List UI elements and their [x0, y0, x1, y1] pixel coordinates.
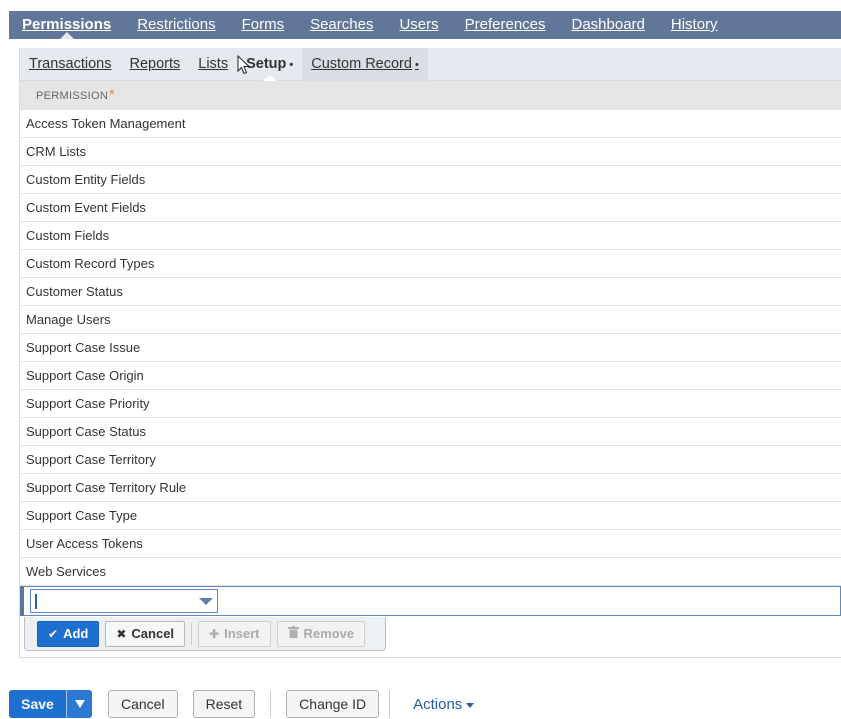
- table-row[interactable]: Customer Status: [20, 278, 841, 306]
- actions-menu[interactable]: Actions: [413, 695, 475, 713]
- save-options-button[interactable]: [66, 690, 92, 718]
- table-row[interactable]: Support Case Priority: [20, 390, 841, 418]
- divider: [191, 622, 193, 645]
- dropdown-arrow-icon[interactable]: [199, 597, 213, 605]
- subtab-transactions[interactable]: Transactions: [20, 48, 120, 80]
- insert-line-label: Insert: [224, 626, 260, 641]
- table-row[interactable]: User Access Tokens: [20, 530, 841, 558]
- table-row[interactable]: Manage Users: [20, 306, 841, 334]
- subtab-setup-label: Setup: [246, 55, 287, 72]
- chevron-down-icon: [74, 700, 85, 708]
- text-cursor: [35, 594, 37, 609]
- x-icon: ✖: [116, 626, 127, 641]
- mouse-pointer-icon: [237, 55, 251, 75]
- subtab-setup-dot: •: [289, 58, 294, 71]
- cancel-line-label: Cancel: [131, 626, 175, 641]
- table-row[interactable]: Support Case Issue: [20, 334, 841, 362]
- add-line-label: Add: [63, 626, 89, 641]
- table-row[interactable]: Custom Entity Fields: [20, 166, 841, 194]
- table-row[interactable]: Web Services: [20, 558, 841, 586]
- tab-preferences[interactable]: Preferences: [452, 11, 559, 39]
- subtab-custom-record-label: Custom Record: [311, 55, 412, 72]
- permission-rows: Access Token Management CRM Lists Custom…: [20, 110, 841, 586]
- divider: [389, 690, 391, 718]
- insert-line-button[interactable]: ✚ Insert: [198, 620, 271, 647]
- table-row[interactable]: Custom Event Fields: [20, 194, 841, 222]
- permission-select[interactable]: [30, 589, 218, 613]
- actions-label: Actions: [413, 695, 463, 713]
- main-tab-bar: Permissions Restrictions Forms Searches …: [9, 11, 841, 39]
- tab-permissions[interactable]: Permissions: [9, 11, 124, 39]
- permissions-panel: Transactions Reports Lists Setup • Custom…: [19, 47, 841, 658]
- table-row[interactable]: Support Case Status: [20, 418, 841, 446]
- tab-forms[interactable]: Forms: [229, 11, 298, 39]
- subtab-lists[interactable]: Lists: [189, 48, 237, 80]
- cancel-line-button[interactable]: ✖ Cancel: [105, 620, 186, 647]
- tab-history[interactable]: History: [658, 11, 731, 39]
- remove-line-label: Remove: [303, 626, 355, 641]
- table-row[interactable]: Support Case Type: [20, 502, 841, 530]
- permission-column-label: PERMISSION: [36, 89, 109, 102]
- divider: [270, 690, 272, 718]
- table-row[interactable]: CRM Lists: [20, 138, 841, 166]
- remove-line-button[interactable]: Remove: [276, 620, 366, 647]
- subtab-reports[interactable]: Reports: [120, 48, 189, 80]
- tab-searches[interactable]: Searches: [297, 11, 386, 39]
- sub-tab-bar: Transactions Reports Lists Setup • Custom…: [20, 47, 841, 81]
- line-action-bar: ✔ Add ✖ Cancel ✚ Insert Remove: [24, 617, 386, 651]
- reset-button[interactable]: Reset: [192, 690, 256, 718]
- caret-down-icon: [466, 702, 475, 708]
- table-row[interactable]: Support Case Territory: [20, 446, 841, 474]
- subtab-custom-record-dot: •: [414, 58, 419, 71]
- new-permission-row: [20, 586, 841, 616]
- tab-users[interactable]: Users: [386, 11, 451, 39]
- footer-toolbar: Save Cancel Reset Change ID Actions: [9, 689, 475, 719]
- table-row[interactable]: Access Token Management: [20, 110, 841, 138]
- tab-restrictions[interactable]: Restrictions: [124, 11, 228, 39]
- table-row[interactable]: Support Case Origin: [20, 362, 841, 390]
- save-button[interactable]: Save: [9, 690, 66, 718]
- cancel-button[interactable]: Cancel: [108, 690, 178, 718]
- table-row[interactable]: Custom Fields: [20, 222, 841, 250]
- required-mark: *: [109, 85, 115, 102]
- table-row[interactable]: Support Case Territory Rule: [20, 474, 841, 502]
- checkmark-icon: ✔: [48, 626, 59, 641]
- subtab-custom-record[interactable]: Custom Record •: [302, 47, 428, 81]
- tab-dashboard[interactable]: Dashboard: [559, 11, 658, 39]
- change-id-button[interactable]: Change ID: [286, 690, 380, 718]
- permission-column-header[interactable]: PERMISSION *: [20, 80, 841, 110]
- plus-icon: ✚: [209, 626, 220, 641]
- save-button-group: Save: [9, 690, 92, 718]
- table-row[interactable]: Custom Record Types: [20, 250, 841, 278]
- trash-icon: [287, 626, 299, 641]
- add-line-button[interactable]: ✔ Add: [37, 620, 100, 647]
